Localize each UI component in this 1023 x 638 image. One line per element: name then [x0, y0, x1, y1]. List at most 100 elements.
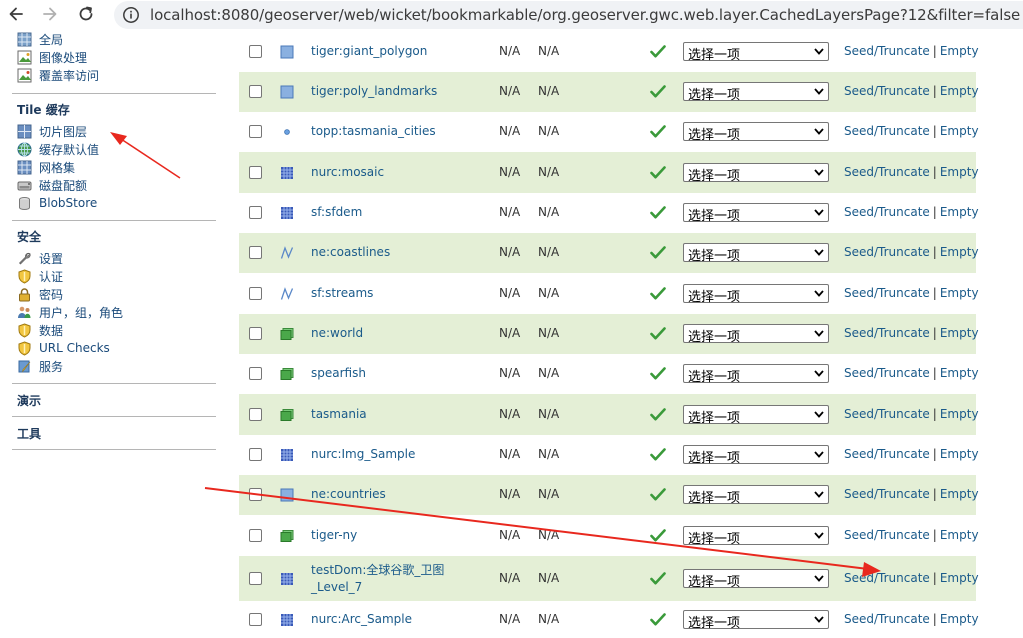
- row-select-checkbox[interactable]: [249, 528, 262, 542]
- empty-link[interactable]: Empty: [940, 165, 979, 179]
- preview-format-select[interactable]: 选择一项: [683, 324, 829, 345]
- seed-truncate-link[interactable]: Seed/Truncate: [844, 571, 930, 585]
- empty-link[interactable]: Empty: [940, 487, 979, 501]
- empty-link[interactable]: Empty: [940, 612, 979, 626]
- empty-link[interactable]: Empty: [940, 366, 979, 380]
- empty-link[interactable]: Empty: [940, 205, 979, 219]
- layer-name-link[interactable]: ne:coastlines: [311, 244, 390, 261]
- row-select-checkbox[interactable]: [249, 44, 262, 58]
- row-select-checkbox[interactable]: [249, 165, 262, 179]
- seed-truncate-link[interactable]: Seed/Truncate: [844, 366, 930, 380]
- preview-format-select[interactable]: 选择一项: [683, 568, 829, 590]
- empty-link[interactable]: Empty: [940, 326, 979, 340]
- layer-name-link[interactable]: sf:sfdem: [311, 204, 362, 221]
- sidebar-item-disk-quota[interactable]: 磁盘配额: [17, 176, 87, 194]
- seed-truncate-link[interactable]: Seed/Truncate: [844, 528, 930, 542]
- sidebar-item-image-processing[interactable]: 图像处理: [17, 48, 87, 66]
- seed-truncate-link[interactable]: Seed/Truncate: [844, 165, 930, 179]
- preview-format-select[interactable]: 选择一项: [683, 243, 829, 264]
- preview-format-select[interactable]: 选择一项: [683, 364, 829, 385]
- layer-name-link[interactable]: tiger:poly_landmarks: [311, 83, 437, 100]
- layer-name-link[interactable]: tiger:giant_polygon: [311, 43, 427, 60]
- layer-name-link[interactable]: nurc:mosaic: [311, 164, 384, 181]
- empty-link[interactable]: Empty: [940, 84, 979, 98]
- row-select-checkbox[interactable]: [249, 327, 262, 340]
- sidebar-item-users-groups-roles[interactable]: 用户，组，角色: [17, 303, 123, 321]
- preview-format-select[interactable]: 选择一项: [683, 162, 829, 184]
- sidebar-item-gridsets[interactable]: 网格集: [17, 158, 75, 176]
- sidebar-item-blobstore[interactable]: BlobStore: [17, 194, 97, 212]
- sidebar-item-services[interactable]: 服务: [17, 357, 63, 375]
- row-actions: Seed/Truncate | Empty: [844, 245, 979, 259]
- preview-format-select[interactable]: 选择一项: [683, 525, 829, 547]
- sidebar-item-global[interactable]: 全局: [17, 30, 63, 48]
- seed-truncate-link[interactable]: Seed/Truncate: [844, 612, 930, 626]
- sidebar-item-tile-layers[interactable]: 切片图层: [17, 122, 87, 140]
- back-arrow-icon[interactable]: [5, 3, 27, 25]
- row-select-checkbox[interactable]: [249, 85, 262, 98]
- empty-link[interactable]: Empty: [940, 407, 979, 421]
- forward-arrow-icon[interactable]: [39, 3, 61, 25]
- empty-link[interactable]: Empty: [940, 124, 979, 138]
- seed-truncate-link[interactable]: Seed/Truncate: [844, 245, 930, 259]
- preview-format-select[interactable]: 选择一项: [683, 283, 829, 305]
- preview-format-select[interactable]: 选择一项: [683, 404, 829, 426]
- seed-truncate-link[interactable]: Seed/Truncate: [844, 44, 930, 58]
- row-select-checkbox[interactable]: [249, 407, 262, 421]
- sidebar-item-passwords[interactable]: 密码: [17, 285, 63, 303]
- empty-link[interactable]: Empty: [940, 44, 979, 58]
- sidebar-item-coverage-access[interactable]: 覆盖率访问: [17, 66, 99, 84]
- layer-name-link[interactable]: tiger-ny: [311, 527, 357, 544]
- seed-truncate-link[interactable]: Seed/Truncate: [844, 407, 930, 421]
- sidebar-heading-demos[interactable]: 演示: [17, 392, 41, 409]
- layer-name-link[interactable]: testDom:全球谷歌_卫图 _Level_7: [311, 562, 444, 596]
- empty-link[interactable]: Empty: [940, 447, 979, 461]
- sidebar-item-settings[interactable]: 设置: [17, 249, 63, 267]
- row-select-checkbox[interactable]: [249, 367, 262, 380]
- seed-truncate-link[interactable]: Seed/Truncate: [844, 205, 930, 219]
- layer-name-link[interactable]: tasmania: [311, 406, 367, 423]
- empty-link[interactable]: Empty: [940, 286, 979, 300]
- row-select-checkbox[interactable]: [249, 206, 262, 219]
- seed-truncate-link[interactable]: Seed/Truncate: [844, 326, 930, 340]
- empty-link[interactable]: Empty: [940, 245, 979, 259]
- preview-format-select[interactable]: 选择一项: [683, 41, 829, 63]
- address-bar[interactable]: localhost:8080/geoserver/web/wicket/book…: [114, 1, 1023, 29]
- row-select-checkbox[interactable]: [249, 488, 262, 501]
- preview-format-select[interactable]: 选择一项: [683, 445, 829, 466]
- row-select-checkbox[interactable]: [249, 125, 262, 138]
- sidebar-heading-tools[interactable]: 工具: [17, 425, 41, 442]
- empty-link[interactable]: Empty: [940, 571, 979, 585]
- site-info-icon[interactable]: [122, 6, 140, 24]
- layer-name-link[interactable]: nurc:Img_Sample: [311, 446, 415, 463]
- preview-format-select[interactable]: 选择一项: [683, 485, 829, 506]
- seed-truncate-link[interactable]: Seed/Truncate: [844, 447, 930, 461]
- preview-format-select[interactable]: 选择一项: [683, 203, 829, 224]
- empty-link[interactable]: Empty: [940, 528, 979, 542]
- sidebar-item-url-checks[interactable]: URL Checks: [17, 339, 110, 357]
- row-select-checkbox[interactable]: [249, 612, 262, 626]
- seed-truncate-link[interactable]: Seed/Truncate: [844, 487, 930, 501]
- reload-icon[interactable]: [75, 3, 97, 25]
- seed-truncate-link[interactable]: Seed/Truncate: [844, 84, 930, 98]
- row-select-checkbox[interactable]: [249, 246, 262, 259]
- enabled-check-icon: [650, 407, 666, 420]
- layer-name-link[interactable]: ne:countries: [311, 486, 386, 503]
- layer-name-link[interactable]: nurc:Arc_Sample: [311, 611, 412, 628]
- layer-name-link[interactable]: spearfish: [311, 365, 366, 382]
- preview-format-select[interactable]: 选择一项: [683, 122, 829, 143]
- preview-format-select[interactable]: 选择一项: [683, 82, 829, 103]
- chevron-down-icon: [814, 209, 824, 216]
- row-select-checkbox[interactable]: [249, 571, 262, 585]
- row-select-checkbox[interactable]: [249, 286, 262, 300]
- seed-truncate-link[interactable]: Seed/Truncate: [844, 286, 930, 300]
- seed-truncate-link[interactable]: Seed/Truncate: [844, 124, 930, 138]
- layer-name-link[interactable]: sf:streams: [311, 285, 373, 302]
- row-select-checkbox[interactable]: [249, 448, 262, 461]
- preview-format-select[interactable]: 选择一项: [683, 609, 829, 631]
- sidebar-item-cache-defaults[interactable]: 缓存默认值: [17, 140, 99, 158]
- sidebar-item-authentication[interactable]: 认证: [17, 267, 63, 285]
- sidebar-item-data-security[interactable]: 数据: [17, 321, 63, 339]
- layer-name-link[interactable]: ne:world: [311, 325, 363, 342]
- layer-name-link[interactable]: topp:tasmania_cities: [311, 123, 436, 140]
